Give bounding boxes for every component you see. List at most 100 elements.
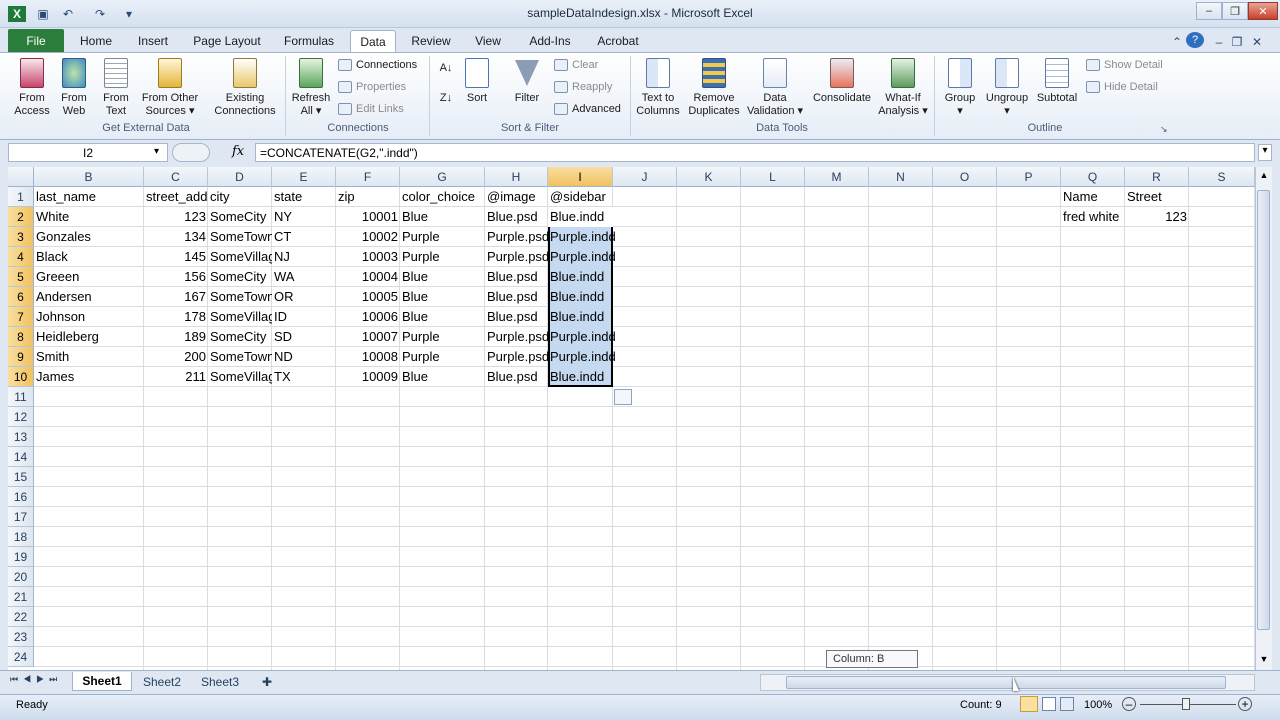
row-header-6[interactable]: 6 bbox=[8, 287, 34, 307]
row-header-21[interactable]: 21 bbox=[8, 587, 34, 607]
column-header-b[interactable]: B bbox=[34, 167, 144, 187]
cell-b2[interactable]: White bbox=[34, 207, 144, 227]
row-header-5[interactable]: 5 bbox=[8, 267, 34, 287]
column-header-n[interactable]: N bbox=[869, 167, 933, 187]
cell-f10[interactable]: 10009 bbox=[336, 367, 400, 387]
tab-home[interactable]: Home bbox=[72, 30, 120, 52]
from-access-button[interactable]: From Access bbox=[12, 58, 52, 122]
from-text-button[interactable]: From Text bbox=[98, 58, 134, 122]
insert-function-icon[interactable]: fx bbox=[232, 144, 250, 161]
column-header-r[interactable]: R bbox=[1125, 167, 1189, 187]
cell-f4[interactable]: 10003 bbox=[336, 247, 400, 267]
cell-e8[interactable]: SD bbox=[272, 327, 336, 347]
tab-add-ins[interactable]: Add-Ins bbox=[520, 30, 580, 52]
cell-d2[interactable]: SomeCity bbox=[208, 207, 272, 227]
minimize-ribbon-icon[interactable]: ⌃ bbox=[1168, 32, 1186, 52]
row-header-14[interactable]: 14 bbox=[8, 447, 34, 467]
cell-b7[interactable]: Johnson bbox=[34, 307, 144, 327]
column-header-q[interactable]: Q bbox=[1061, 167, 1125, 187]
row-header-19[interactable]: 19 bbox=[8, 547, 34, 567]
normal-view-icon[interactable] bbox=[1020, 696, 1038, 712]
header-cell-e[interactable]: state bbox=[272, 187, 336, 207]
column-header-c[interactable]: C bbox=[144, 167, 208, 187]
row-header-22[interactable]: 22 bbox=[8, 607, 34, 627]
cell-c8[interactable]: 189 bbox=[144, 327, 208, 347]
remove-duplicates-button[interactable]: Remove Duplicates bbox=[686, 58, 742, 122]
tab-page-layout[interactable]: Page Layout bbox=[186, 30, 268, 52]
cell-b8[interactable]: Heidleberg bbox=[34, 327, 144, 347]
column-header-m[interactable]: M bbox=[805, 167, 869, 187]
zoom-slider-thumb[interactable] bbox=[1182, 698, 1190, 710]
sort-a-z-button[interactable]: A↓ bbox=[436, 62, 456, 80]
select-all-corner[interactable] bbox=[8, 167, 34, 187]
cell-e3[interactable]: CT bbox=[272, 227, 336, 247]
doc-close-icon[interactable]: ✕ bbox=[1250, 32, 1264, 52]
cell-f6[interactable]: 10005 bbox=[336, 287, 400, 307]
cell-i2[interactable]: Blue.indd bbox=[548, 207, 628, 227]
cell-f7[interactable]: 10006 bbox=[336, 307, 400, 327]
cell-q2[interactable]: fred white bbox=[1061, 207, 1125, 227]
from-other-sources-button[interactable]: From Other Sources ▾ bbox=[138, 58, 202, 122]
subtotal-button[interactable]: Subtotal bbox=[1032, 58, 1082, 122]
tab-review[interactable]: Review bbox=[404, 30, 458, 52]
scroll-up-icon[interactable]: ▲ bbox=[1258, 170, 1270, 184]
column-header-e[interactable]: E bbox=[272, 167, 336, 187]
cell-h10[interactable]: Blue.psd bbox=[485, 367, 548, 387]
cell-e6[interactable]: OR bbox=[272, 287, 336, 307]
clear-filter-button[interactable]: Clear bbox=[554, 56, 598, 74]
column-header-j[interactable]: J bbox=[613, 167, 677, 187]
filter-button[interactable]: Filter bbox=[508, 58, 546, 122]
page-break-view-icon[interactable] bbox=[1060, 697, 1074, 711]
row-header-15[interactable]: 15 bbox=[8, 467, 34, 487]
name-box[interactable]: I2 bbox=[8, 143, 168, 162]
horizontal-scroll-thumb[interactable] bbox=[786, 676, 1226, 689]
close-button[interactable]: ✕ bbox=[1248, 2, 1278, 20]
row-header-24[interactable]: 24 bbox=[8, 647, 34, 667]
column-header-k[interactable]: K bbox=[677, 167, 741, 187]
minimize-button[interactable]: – bbox=[1196, 2, 1222, 20]
cell-e4[interactable]: NJ bbox=[272, 247, 336, 267]
cell-d10[interactable]: SomeVillage bbox=[208, 367, 272, 387]
name-box-dropdown-icon[interactable]: ▾ bbox=[154, 146, 166, 160]
row-header-13[interactable]: 13 bbox=[8, 427, 34, 447]
data-validation-button[interactable]: Data Validation ▾ bbox=[744, 58, 806, 122]
header-cell-q[interactable]: Name bbox=[1061, 187, 1125, 207]
cell-g6[interactable]: Blue bbox=[400, 287, 485, 307]
cell-d6[interactable]: SomeTown bbox=[208, 287, 272, 307]
cell-b9[interactable]: Smith bbox=[34, 347, 144, 367]
header-cell-d[interactable]: city bbox=[208, 187, 272, 207]
row-header-18[interactable]: 18 bbox=[8, 527, 34, 547]
group-button[interactable]: Group ▾ bbox=[938, 58, 982, 122]
cell-e9[interactable]: ND bbox=[272, 347, 336, 367]
cell-e5[interactable]: WA bbox=[272, 267, 336, 287]
cell-d4[interactable]: SomeVillage bbox=[208, 247, 272, 267]
cell-b6[interactable]: Andersen bbox=[34, 287, 144, 307]
row-header-3[interactable]: 3 bbox=[8, 227, 34, 247]
show-detail-button[interactable]: Show Detail bbox=[1086, 56, 1163, 74]
cell-h4[interactable]: Purple.psd bbox=[485, 247, 548, 267]
existing-connections-button[interactable]: Existing Connections bbox=[210, 58, 280, 122]
zoom-out-icon[interactable]: – bbox=[1122, 697, 1136, 711]
cell-i9[interactable]: Purple.indd bbox=[548, 347, 628, 367]
row-header-23[interactable]: 23 bbox=[8, 627, 34, 647]
row-header-10[interactable]: 10 bbox=[8, 367, 34, 387]
zoom-in-icon[interactable]: + bbox=[1238, 697, 1252, 711]
doc-minimize-icon[interactable]: – bbox=[1212, 32, 1226, 52]
cell-h3[interactable]: Purple.psd bbox=[485, 227, 548, 247]
cell-g9[interactable]: Purple bbox=[400, 347, 485, 367]
cell-g10[interactable]: Blue bbox=[400, 367, 485, 387]
row-header-7[interactable]: 7 bbox=[8, 307, 34, 327]
row-header-17[interactable]: 17 bbox=[8, 507, 34, 527]
cell-b5[interactable]: Greeen bbox=[34, 267, 144, 287]
cell-i7[interactable]: Blue.indd bbox=[548, 307, 628, 327]
row-header-12[interactable]: 12 bbox=[8, 407, 34, 427]
row-header-4[interactable]: 4 bbox=[8, 247, 34, 267]
cell-f8[interactable]: 10007 bbox=[336, 327, 400, 347]
cell-f2[interactable]: 10001 bbox=[336, 207, 400, 227]
cell-h8[interactable]: Purple.psd bbox=[485, 327, 548, 347]
tab-view[interactable]: View bbox=[466, 30, 510, 52]
cell-f5[interactable]: 10004 bbox=[336, 267, 400, 287]
sheet-tab-sheet2[interactable]: Sheet2 bbox=[134, 672, 190, 691]
cell-d8[interactable]: SomeCity bbox=[208, 327, 272, 347]
cell-e2[interactable]: NY bbox=[272, 207, 336, 227]
